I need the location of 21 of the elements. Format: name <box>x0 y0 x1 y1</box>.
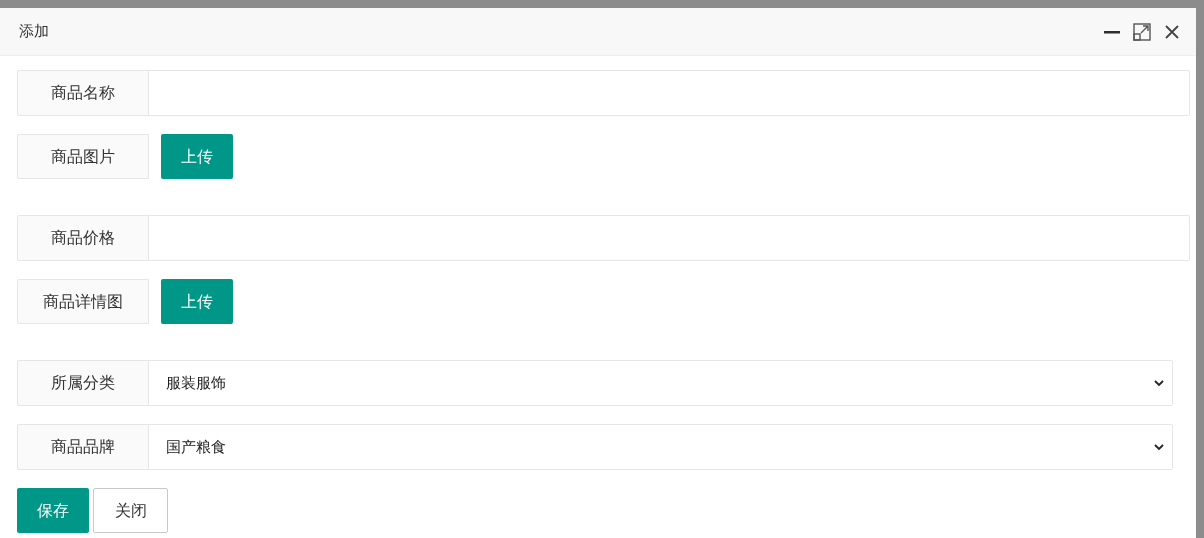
maximize-icon[interactable] <box>1133 22 1151 41</box>
close-icon[interactable] <box>1164 23 1180 40</box>
text-input[interactable] <box>149 215 1190 261</box>
save-button[interactable]: 保存 <box>17 488 89 533</box>
select-value: 国产粮食 <box>166 436 227 458</box>
select-field[interactable]: 国产粮食 <box>149 424 1173 470</box>
text-input[interactable] <box>149 70 1190 116</box>
select-value: 服装服饰 <box>166 372 227 394</box>
field-label: 商品价格 <box>17 215 149 261</box>
select-field[interactable]: 服装服饰 <box>149 360 1173 406</box>
dialog-title: 添加 <box>19 21 50 43</box>
field-label: 商品详情图 <box>17 279 149 324</box>
chevron-down-icon <box>1154 443 1164 451</box>
field-label: 商品图片 <box>17 134 149 179</box>
upload-button[interactable]: 上传 <box>161 279 233 324</box>
field-label: 所属分类 <box>17 360 149 406</box>
close-button[interactable]: 关闭 <box>93 488 168 533</box>
field-label: 商品名称 <box>17 70 149 116</box>
field-label: 商品品牌 <box>17 424 149 470</box>
upload-button[interactable]: 上传 <box>161 134 233 179</box>
chevron-down-icon <box>1154 379 1164 387</box>
